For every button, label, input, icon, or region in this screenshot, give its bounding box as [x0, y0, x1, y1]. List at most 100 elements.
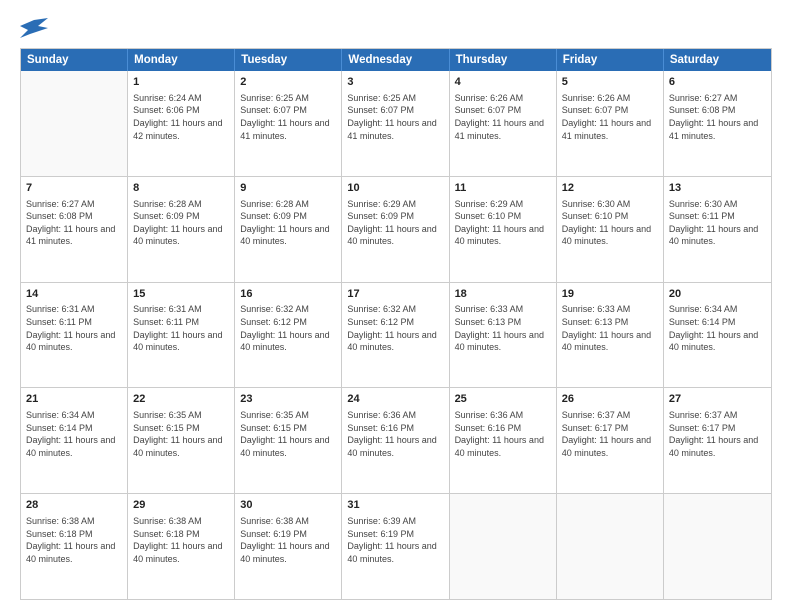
calendar-cell: 23 Sunrise: 6:35 AMSunset: 6:15 PMDayligh…: [235, 388, 342, 493]
calendar-cell: 2 Sunrise: 6:25 AMSunset: 6:07 PMDaylight…: [235, 71, 342, 176]
cell-info: Sunrise: 6:33 AMSunset: 6:13 PMDaylight:…: [455, 303, 551, 353]
cell-info: Sunrise: 6:30 AMSunset: 6:10 PMDaylight:…: [562, 198, 658, 248]
calendar-cell: 25 Sunrise: 6:36 AMSunset: 6:16 PMDayligh…: [450, 388, 557, 493]
calendar-cell: 16Sunrise: 6:32 AMSunset: 6:12 PMDayligh…: [235, 283, 342, 388]
day-number: 23: [240, 392, 336, 407]
header-day-monday: Monday: [128, 49, 235, 71]
cell-info: Sunrise: 6:28 AMSunset: 6:09 PMDaylight:…: [133, 198, 229, 248]
page: SundayMondayTuesdayWednesdayThursdayFrid…: [0, 0, 792, 612]
calendar-cell: 17Sunrise: 6:32 AMSunset: 6:12 PMDayligh…: [342, 283, 449, 388]
cell-info: Sunrise: 6:31 AMSunset: 6:11 PMDaylight:…: [26, 303, 122, 353]
calendar: SundayMondayTuesdayWednesdayThursdayFrid…: [20, 48, 772, 600]
day-number: 22: [133, 392, 229, 407]
header-day-thursday: Thursday: [450, 49, 557, 71]
day-number: 29: [133, 498, 229, 513]
calendar-cell: 27Sunrise: 6:37 AMSunset: 6:17 PMDayligh…: [664, 388, 771, 493]
logo-bird-icon: [20, 16, 48, 38]
day-number: 10: [347, 181, 443, 196]
cell-info: Sunrise: 6:34 AMSunset: 6:14 PMDaylight:…: [669, 303, 766, 353]
day-number: 15: [133, 287, 229, 302]
cell-info: Sunrise: 6:25 AMSunset: 6:07 PMDaylight:…: [240, 92, 336, 142]
calendar-cell: 13 Sunrise: 6:30 AMSunset: 6:11 PMDayligh…: [664, 177, 771, 282]
day-number: 5: [562, 75, 658, 90]
day-number: 6: [669, 75, 766, 90]
cell-info: Sunrise: 6:34 AMSunset: 6:14 PMDaylight:…: [26, 409, 122, 459]
cell-info: Sunrise: 6:36 AMSunset: 6:16 PMDaylight:…: [455, 409, 551, 459]
cell-info: Sunrise: 6:35 AMSunset: 6:15 PMDaylight:…: [133, 409, 229, 459]
day-number: 20: [669, 287, 766, 302]
cell-info: Sunrise: 6:29 AMSunset: 6:10 PMDaylight:…: [455, 198, 551, 248]
calendar-cell: 22 Sunrise: 6:35 AMSunset: 6:15 PMDayligh…: [128, 388, 235, 493]
cell-info: Sunrise: 6:38 AMSunset: 6:19 PMDaylight:…: [240, 515, 336, 565]
header-day-friday: Friday: [557, 49, 664, 71]
day-number: 25: [455, 392, 551, 407]
day-number: 3: [347, 75, 443, 90]
day-number: 17: [347, 287, 443, 302]
cell-info: Sunrise: 6:32 AMSunset: 6:12 PMDaylight:…: [240, 303, 336, 353]
day-number: 16: [240, 287, 336, 302]
calendar-cell: 31Sunrise: 6:39 AMSunset: 6:19 PMDayligh…: [342, 494, 449, 599]
day-number: 24: [347, 392, 443, 407]
calendar-body: 1Sunrise: 6:24 AMSunset: 6:06 PMDaylight…: [21, 71, 771, 599]
day-number: 4: [455, 75, 551, 90]
day-number: 7: [26, 181, 122, 196]
day-number: 13: [669, 181, 766, 196]
calendar-cell: [450, 494, 557, 599]
cell-info: Sunrise: 6:25 AMSunset: 6:07 PMDaylight:…: [347, 92, 443, 142]
cell-info: Sunrise: 6:32 AMSunset: 6:12 PMDaylight:…: [347, 303, 443, 353]
calendar-cell: 19Sunrise: 6:33 AMSunset: 6:13 PMDayligh…: [557, 283, 664, 388]
cell-info: Sunrise: 6:39 AMSunset: 6:19 PMDaylight:…: [347, 515, 443, 565]
day-number: 2: [240, 75, 336, 90]
cell-info: Sunrise: 6:38 AMSunset: 6:18 PMDaylight:…: [133, 515, 229, 565]
calendar-cell: 28Sunrise: 6:38 AMSunset: 6:18 PMDayligh…: [21, 494, 128, 599]
calendar-week-1: 1Sunrise: 6:24 AMSunset: 6:06 PMDaylight…: [21, 71, 771, 177]
calendar-week-4: 21Sunrise: 6:34 AMSunset: 6:14 PMDayligh…: [21, 388, 771, 494]
day-number: 18: [455, 287, 551, 302]
calendar-cell: 9 Sunrise: 6:28 AMSunset: 6:09 PMDaylight…: [235, 177, 342, 282]
calendar-cell: 1Sunrise: 6:24 AMSunset: 6:06 PMDaylight…: [128, 71, 235, 176]
cell-info: Sunrise: 6:27 AMSunset: 6:08 PMDaylight:…: [26, 198, 122, 248]
day-number: 27: [669, 392, 766, 407]
cell-info: Sunrise: 6:36 AMSunset: 6:16 PMDaylight:…: [347, 409, 443, 459]
cell-info: Sunrise: 6:28 AMSunset: 6:09 PMDaylight:…: [240, 198, 336, 248]
calendar-cell: 14Sunrise: 6:31 AMSunset: 6:11 PMDayligh…: [21, 283, 128, 388]
cell-info: Sunrise: 6:26 AMSunset: 6:07 PMDaylight:…: [455, 92, 551, 142]
calendar-cell: 10 Sunrise: 6:29 AMSunset: 6:09 PMDayligh…: [342, 177, 449, 282]
cell-info: Sunrise: 6:27 AMSunset: 6:08 PMDaylight:…: [669, 92, 766, 142]
calendar-cell: [557, 494, 664, 599]
calendar-cell: 12 Sunrise: 6:30 AMSunset: 6:10 PMDayligh…: [557, 177, 664, 282]
calendar-cell: 30 Sunrise: 6:38 AMSunset: 6:19 PMDayligh…: [235, 494, 342, 599]
calendar-cell: [21, 71, 128, 176]
calendar-header: SundayMondayTuesdayWednesdayThursdayFrid…: [21, 49, 771, 71]
day-number: 30: [240, 498, 336, 513]
cell-info: Sunrise: 6:26 AMSunset: 6:07 PMDaylight:…: [562, 92, 658, 142]
day-number: 8: [133, 181, 229, 196]
cell-info: Sunrise: 6:38 AMSunset: 6:18 PMDaylight:…: [26, 515, 122, 565]
day-number: 1: [133, 75, 229, 90]
calendar-cell: 6 Sunrise: 6:27 AMSunset: 6:08 PMDaylight…: [664, 71, 771, 176]
header: [20, 16, 772, 38]
calendar-cell: [664, 494, 771, 599]
calendar-cell: 15Sunrise: 6:31 AMSunset: 6:11 PMDayligh…: [128, 283, 235, 388]
cell-info: Sunrise: 6:31 AMSunset: 6:11 PMDaylight:…: [133, 303, 229, 353]
calendar-cell: 4 Sunrise: 6:26 AMSunset: 6:07 PMDaylight…: [450, 71, 557, 176]
calendar-cell: 20Sunrise: 6:34 AMSunset: 6:14 PMDayligh…: [664, 283, 771, 388]
calendar-cell: 11Sunrise: 6:29 AMSunset: 6:10 PMDayligh…: [450, 177, 557, 282]
calendar-week-5: 28Sunrise: 6:38 AMSunset: 6:18 PMDayligh…: [21, 494, 771, 599]
cell-info: Sunrise: 6:33 AMSunset: 6:13 PMDaylight:…: [562, 303, 658, 353]
cell-info: Sunrise: 6:35 AMSunset: 6:15 PMDaylight:…: [240, 409, 336, 459]
calendar-cell: 24 Sunrise: 6:36 AMSunset: 6:16 PMDayligh…: [342, 388, 449, 493]
calendar-week-3: 14Sunrise: 6:31 AMSunset: 6:11 PMDayligh…: [21, 283, 771, 389]
calendar-cell: 3 Sunrise: 6:25 AMSunset: 6:07 PMDaylight…: [342, 71, 449, 176]
calendar-cell: 18Sunrise: 6:33 AMSunset: 6:13 PMDayligh…: [450, 283, 557, 388]
calendar-cell: 21Sunrise: 6:34 AMSunset: 6:14 PMDayligh…: [21, 388, 128, 493]
day-number: 14: [26, 287, 122, 302]
cell-info: Sunrise: 6:30 AMSunset: 6:11 PMDaylight:…: [669, 198, 766, 248]
calendar-cell: 29 Sunrise: 6:38 AMSunset: 6:18 PMDayligh…: [128, 494, 235, 599]
header-day-wednesday: Wednesday: [342, 49, 449, 71]
day-number: 12: [562, 181, 658, 196]
cell-info: Sunrise: 6:29 AMSunset: 6:09 PMDaylight:…: [347, 198, 443, 248]
day-number: 9: [240, 181, 336, 196]
header-day-tuesday: Tuesday: [235, 49, 342, 71]
header-day-saturday: Saturday: [664, 49, 771, 71]
